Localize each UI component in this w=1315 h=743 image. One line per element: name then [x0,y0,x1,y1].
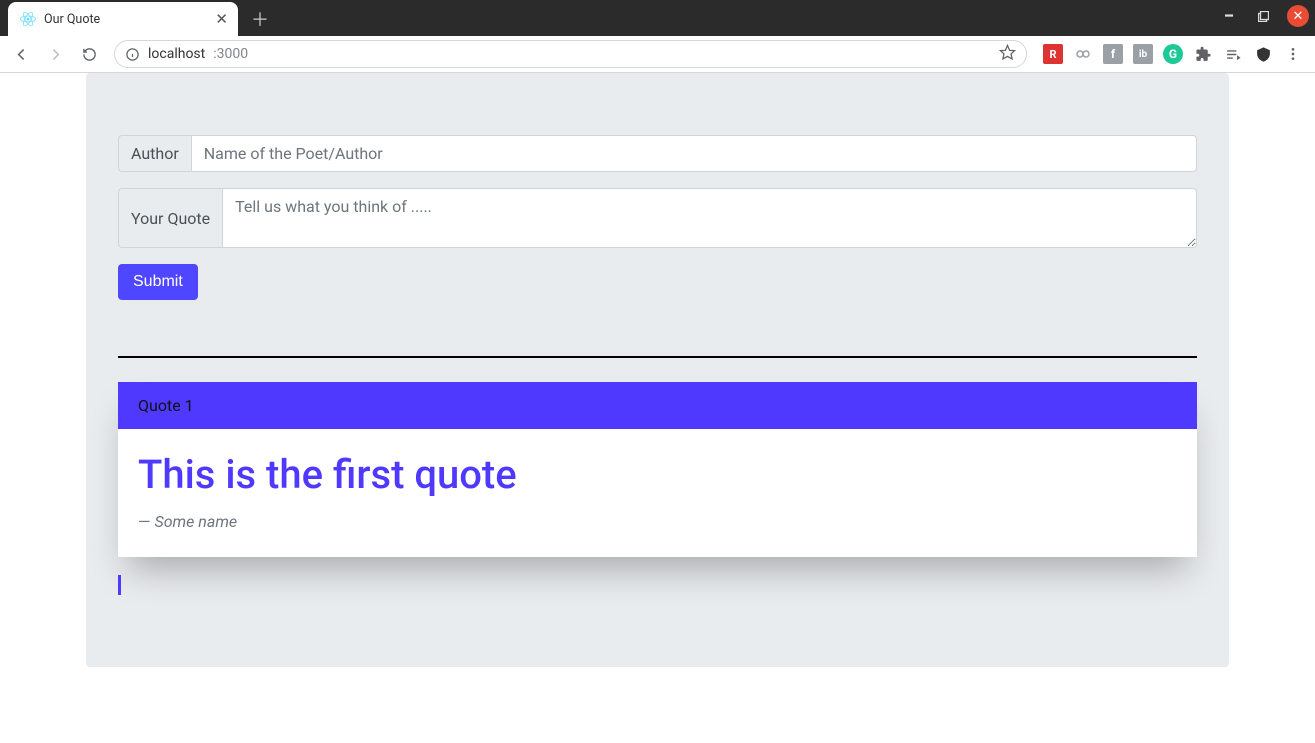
text-cursor-icon [118,575,121,595]
browser-tab[interactable]: Our Quote ✕ [8,2,238,36]
browser-toolbar: localhost :3000 R f ib G [0,36,1315,73]
extension-icon[interactable]: ib [1133,44,1153,64]
address-bar[interactable]: localhost :3000 [114,40,1027,68]
close-window-button[interactable]: ✕ [1287,5,1309,27]
page-panel: Author Your Quote Submit Quote 1 This is… [86,73,1229,667]
maximize-button[interactable] [1253,6,1273,26]
extension-icons: R f ib G [1037,44,1309,64]
extension-link-icon[interactable] [1073,44,1093,64]
extension-grammarly-icon[interactable]: G [1163,44,1183,64]
quote-label: Your Quote [118,188,223,248]
quote-textarea[interactable] [223,188,1197,248]
quote-card-body: This is the first quote Some name [118,429,1197,557]
quote-card: Quote 1 This is the first quote Some nam… [118,382,1197,557]
tab-close-icon[interactable]: ✕ [215,12,228,27]
extensions-puzzle-icon[interactable] [1193,44,1213,64]
extension-playlist-icon[interactable] [1223,44,1243,64]
site-info-icon[interactable] [125,47,140,62]
reload-button[interactable] [74,39,104,69]
quote-author: Some name [138,512,1177,531]
minimize-button[interactable]: ━ [1219,6,1239,26]
quote-text: This is the first quote [138,451,1177,498]
chrome-menu-icon[interactable] [1283,44,1303,64]
author-input-group: Author [118,135,1197,172]
submit-button[interactable]: Submit [118,264,198,300]
tab-strip: Our Quote ✕ ＋ ━ ✕ [0,0,1315,36]
page-viewport[interactable]: Author Your Quote Submit Quote 1 This is… [0,73,1315,743]
browser-window: Our Quote ✕ ＋ ━ ✕ localhost :3000 [0,0,1315,743]
react-favicon-icon [20,11,36,27]
extension-facebook-icon[interactable]: f [1103,44,1123,64]
new-tab-button[interactable]: ＋ [246,5,274,33]
url-host: localhost [148,46,205,62]
bookmark-star-icon[interactable] [999,44,1016,65]
quote-author-name: Some name [154,512,237,531]
quote-card-header: Quote 1 [118,382,1197,429]
author-label: Author [118,135,192,172]
forward-button[interactable] [40,39,70,69]
section-divider [118,356,1197,358]
window-controls: ━ ✕ [1219,5,1309,27]
url-port: :3000 [213,46,248,62]
extension-shield-icon[interactable] [1253,44,1273,64]
back-button[interactable] [6,39,36,69]
author-input[interactable] [192,135,1197,172]
quote-input-group: Your Quote [118,188,1197,248]
tab-title: Our Quote [44,12,207,27]
extension-icon[interactable]: R [1043,44,1063,64]
